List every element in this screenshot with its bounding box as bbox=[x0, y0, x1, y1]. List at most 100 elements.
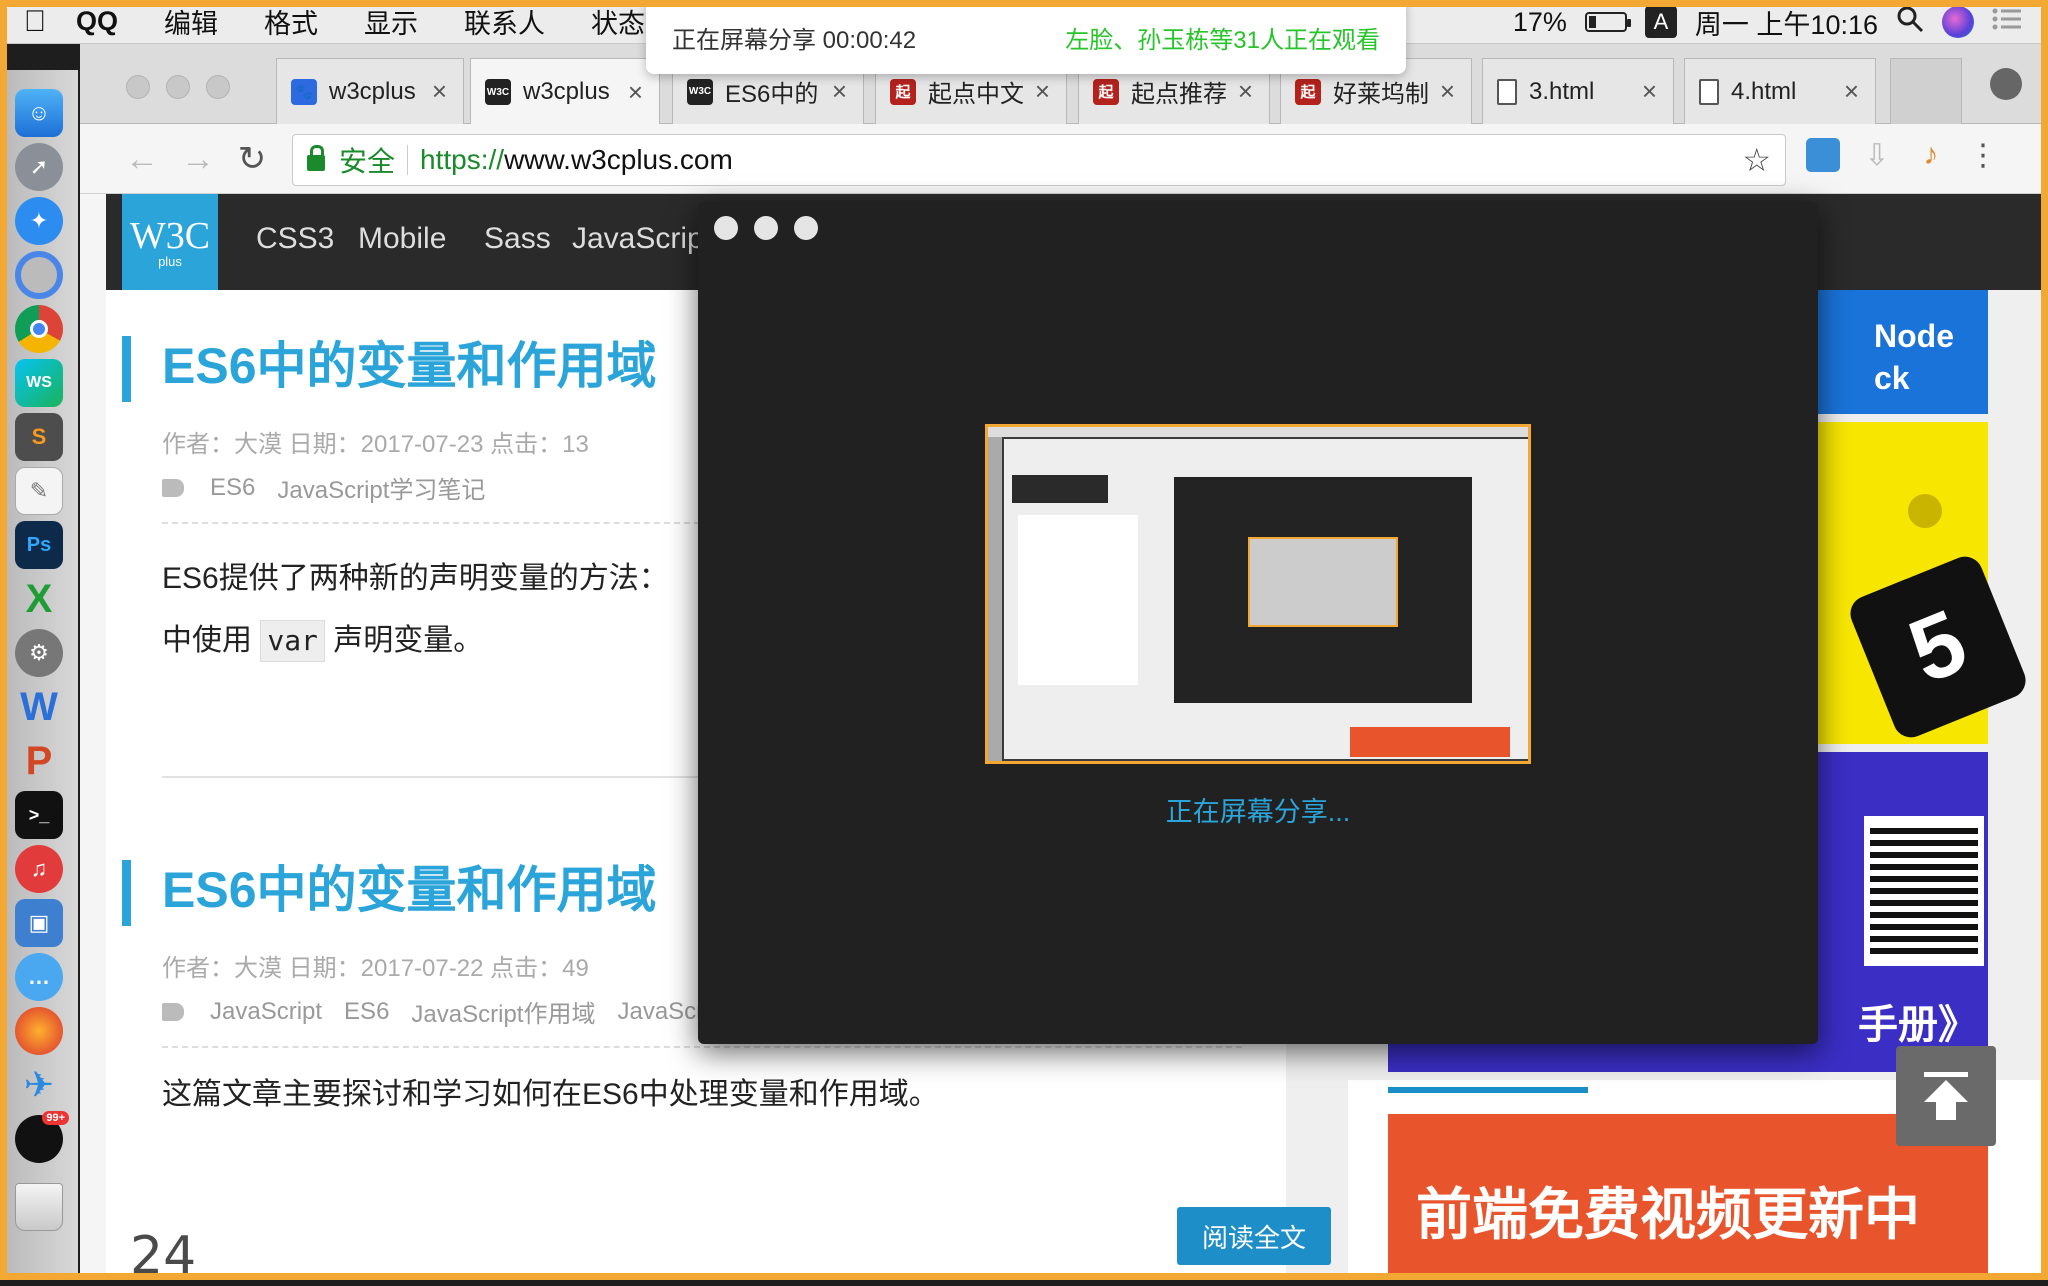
tab-close-icon[interactable]: × bbox=[832, 76, 847, 107]
share-window-zoom-button[interactable] bbox=[794, 216, 818, 240]
tab-close-icon[interactable]: × bbox=[1642, 76, 1657, 107]
excel-icon[interactable]: X bbox=[1, 575, 63, 623]
screen-share-window: 正在屏幕分享... bbox=[698, 202, 1818, 1044]
tab-title: 起点中文 bbox=[928, 81, 1024, 108]
tag-link[interactable]: JavaScript作用域 bbox=[411, 994, 595, 1029]
tab-close-icon[interactable]: × bbox=[1440, 76, 1455, 107]
w3c-favicon-icon: W3C bbox=[485, 79, 511, 105]
preview-header bbox=[1012, 475, 1108, 503]
siri-icon[interactable] bbox=[1942, 6, 1974, 38]
article-title[interactable]: ES6中的变量和作用域 bbox=[162, 326, 657, 398]
chrome-icon[interactable] bbox=[1, 305, 63, 353]
profile-icon[interactable] bbox=[1990, 68, 2022, 100]
spotlight-search-icon[interactable] bbox=[1896, 5, 1924, 40]
tab-close-icon[interactable]: × bbox=[1238, 76, 1253, 107]
share-window-minimize-button[interactable] bbox=[754, 216, 778, 240]
tab-close-icon[interactable]: × bbox=[1035, 76, 1050, 107]
input-method-icon[interactable]: A bbox=[1644, 6, 1677, 38]
tab-3-html[interactable]: 3.html × bbox=[1482, 58, 1674, 124]
screen-share-app-icon[interactable]: ▣ bbox=[1, 899, 63, 947]
powerpoint-icon[interactable]: P bbox=[1, 737, 63, 785]
window-zoom-button[interactable] bbox=[206, 75, 230, 99]
netease-music-icon[interactable]: ♫ bbox=[1, 845, 63, 893]
paw-favicon-icon: 🐾 bbox=[291, 78, 317, 105]
terminal-icon[interactable]: >_ bbox=[1, 791, 63, 839]
tag-link[interactable]: JavaScript bbox=[210, 998, 322, 1026]
nav-sass[interactable]: Sass bbox=[484, 222, 551, 256]
finder-icon[interactable]: ☺ bbox=[1, 89, 63, 137]
qq-icon[interactable]: 99+ bbox=[1, 1111, 69, 1163]
share-viewers-text[interactable]: 左脸、孙玉栋等31人正在观看 bbox=[1065, 20, 1380, 55]
file-favicon-icon bbox=[1497, 78, 1517, 105]
trash-icon[interactable] bbox=[15, 1183, 63, 1231]
nav-css3[interactable]: CSS3 bbox=[256, 222, 334, 256]
sharing-status-label: 正在屏幕分享... bbox=[1165, 797, 1351, 827]
tab-close-icon[interactable]: × bbox=[628, 77, 643, 108]
battery-icon[interactable] bbox=[1584, 12, 1631, 32]
notification-center-icon[interactable] bbox=[1992, 7, 2022, 38]
window-close-button[interactable] bbox=[126, 75, 150, 99]
title-accent-bar bbox=[122, 336, 131, 402]
menu-edit[interactable]: 编辑 bbox=[141, 2, 241, 41]
safari-icon[interactable]: ✦ bbox=[15, 197, 63, 245]
nav-mobile[interactable]: Mobile bbox=[358, 222, 446, 256]
qidian-favicon-icon: 起 bbox=[890, 78, 916, 105]
paper-plane-app-icon[interactable]: ✈ bbox=[1, 1061, 63, 1109]
webstorm-icon[interactable]: WS bbox=[1, 359, 63, 407]
article-title[interactable]: ES6中的变量和作用域 bbox=[162, 850, 657, 922]
preview-recursive-thumbnail bbox=[1248, 537, 1398, 627]
menubar-clock[interactable]: 周一 上午10:16 bbox=[1695, 3, 1878, 42]
system-preferences-icon[interactable]: ⚙ bbox=[15, 629, 63, 677]
firefox-icon[interactable] bbox=[1, 1007, 63, 1055]
tag-link[interactable]: ES6 bbox=[210, 474, 255, 502]
launchpad-icon[interactable]: ➚ bbox=[15, 143, 63, 191]
preview-content bbox=[1018, 515, 1138, 685]
download-extension-icon[interactable]: ⇩ bbox=[1860, 138, 1894, 172]
tab-w3cplus-2[interactable]: W3C w3cplus × bbox=[470, 58, 660, 125]
url-host[interactable]: www.w3cplus.com bbox=[504, 144, 733, 176]
read-more-button[interactable]: 阅读全文 bbox=[1177, 1207, 1331, 1265]
textedit-icon[interactable]: ✎ bbox=[15, 467, 63, 515]
menu-view[interactable]: 显示 bbox=[341, 2, 441, 41]
chrome-canary-icon[interactable] bbox=[15, 251, 63, 299]
tab-title: 3.html bbox=[1529, 77, 1595, 105]
ad-text: 手册》 bbox=[1858, 1003, 1978, 1047]
bookmark-star-icon[interactable]: ☆ bbox=[1742, 141, 1771, 179]
secure-label[interactable]: 安全 bbox=[339, 140, 395, 180]
menu-app-name[interactable]: QQ bbox=[70, 6, 141, 37]
browser-menu-icon[interactable]: ⋮ bbox=[1966, 138, 2000, 172]
messages-icon[interactable]: … bbox=[15, 953, 63, 1001]
share-window-close-button[interactable] bbox=[714, 216, 738, 240]
nav-javascript[interactable]: JavaScript bbox=[572, 222, 712, 256]
sogou-extension-icon[interactable] bbox=[1806, 138, 1840, 172]
tab-close-icon[interactable]: × bbox=[1844, 76, 1859, 107]
back-arrow-icon[interactable]: ← bbox=[122, 140, 162, 178]
window-minimize-button[interactable] bbox=[166, 75, 190, 99]
tag-link[interactable]: ES6 bbox=[344, 998, 389, 1026]
tag-icon bbox=[162, 478, 184, 497]
new-tab-button[interactable] bbox=[1890, 58, 1962, 124]
battery-percent: 17% bbox=[1512, 6, 1567, 37]
photoshop-icon[interactable]: Ps bbox=[1, 521, 63, 569]
tab-w3cplus-1[interactable]: 🐾 w3cplus × bbox=[276, 58, 464, 124]
music-extension-icon[interactable]: ♪ bbox=[1914, 138, 1948, 172]
lock-icon[interactable] bbox=[307, 145, 325, 171]
share-status-text: 正在屏幕分享 00:00:42 bbox=[672, 26, 917, 54]
tab-4-html[interactable]: 4.html × bbox=[1684, 58, 1876, 124]
tab-close-icon[interactable]: × bbox=[432, 76, 447, 107]
menu-format[interactable]: 格式 bbox=[241, 2, 341, 41]
tag-link[interactable]: JavaScr bbox=[617, 998, 704, 1026]
back-to-top-button[interactable] bbox=[1896, 1046, 1996, 1146]
site-logo[interactable]: W3C plus bbox=[122, 194, 218, 290]
tag-link[interactable]: JavaScript学习笔记 bbox=[277, 470, 485, 505]
apple-menu-icon[interactable]:  bbox=[0, 5, 70, 39]
tab-title: ES6中的 bbox=[725, 81, 819, 108]
reload-icon[interactable]: ↻ bbox=[232, 140, 272, 178]
url-scheme[interactable]: https:// bbox=[420, 144, 504, 176]
address-separator bbox=[407, 145, 409, 175]
menu-contacts[interactable]: 联系人 bbox=[441, 2, 568, 41]
sublime-text-icon[interactable]: S bbox=[1, 413, 63, 461]
address-bar[interactable]: 安全 https:// www.w3cplus.com ☆ bbox=[292, 134, 1786, 186]
word-icon[interactable]: W bbox=[1, 683, 63, 731]
forward-arrow-icon[interactable]: → bbox=[178, 140, 218, 178]
